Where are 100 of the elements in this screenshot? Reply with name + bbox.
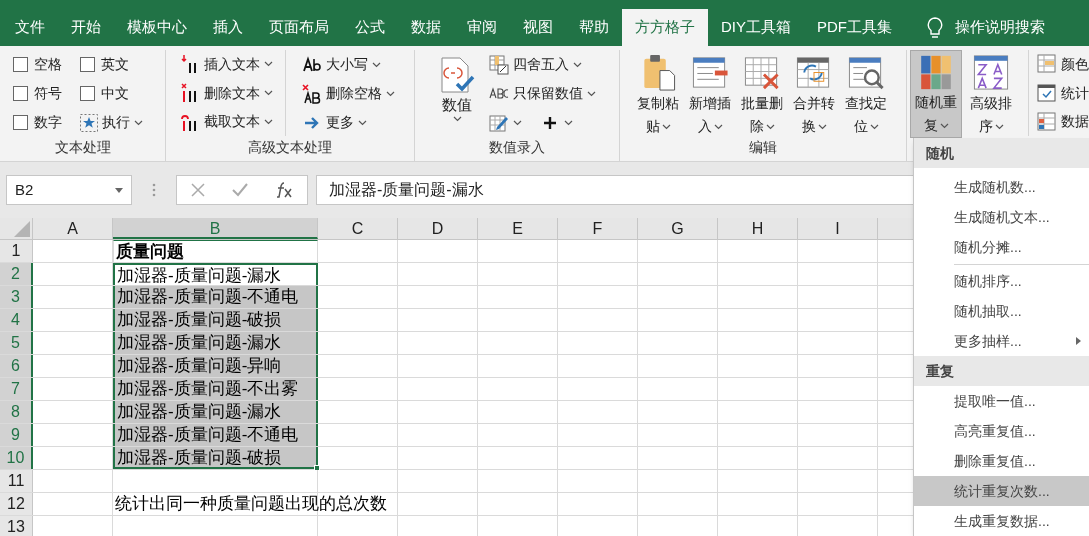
table-cell[interactable]: 加湿器-质量问题-不通电: [115, 286, 316, 308]
ribbon-menu-button[interactable]: 颜色: [1035, 50, 1089, 79]
checkbox[interactable]: [13, 57, 28, 72]
checkbox[interactable]: [80, 57, 95, 72]
menu-item[interactable]: 随机排序...: [914, 266, 1089, 296]
menu-item[interactable]: 提取唯一值...: [914, 386, 1089, 416]
ribbon-big-button[interactable]: 合并转换: [788, 50, 840, 138]
lightbulb-icon: [927, 16, 943, 39]
ribbon-big-button[interactable]: 高级排序: [965, 50, 1017, 138]
table-cell[interactable]: 加湿器-质量问题-漏水: [115, 401, 316, 423]
ribbon-tab[interactable]: 审阅: [454, 9, 510, 46]
ribbon-tab[interactable]: 插入: [200, 9, 256, 46]
row-header[interactable]: 12: [0, 493, 33, 515]
menu-item[interactable]: 删除重复值...: [914, 446, 1089, 476]
ribbon-tab[interactable]: 帮助: [566, 9, 622, 46]
rounding-table-icon: [489, 54, 509, 75]
ribbon-menu-button[interactable]: 只保留数值: [487, 79, 598, 108]
row-header[interactable]: 7: [0, 378, 33, 400]
group-label: 文本处理: [53, 138, 112, 157]
column-header[interactable]: I: [798, 218, 878, 239]
menu-item[interactable]: 高亮重复值...: [914, 416, 1089, 446]
checklist-icon: [1037, 83, 1057, 103]
column-header[interactable]: F: [558, 218, 638, 239]
table-cell[interactable]: 加湿器-质量问题-漏水: [115, 332, 316, 354]
table-cell[interactable]: 加湿器-质量问题-破损: [115, 309, 316, 331]
grip-dots-icon: [152, 183, 156, 197]
row-header[interactable]: 13: [0, 516, 33, 536]
ribbon-tab[interactable]: PDF工具集: [804, 9, 905, 46]
checkbox[interactable]: [13, 86, 28, 101]
menu-item[interactable]: 随机分摊...: [914, 232, 1089, 262]
ribbon-menu-button[interactable]: 统计: [1035, 78, 1089, 108]
menu-item[interactable]: 随机抽取...: [914, 296, 1089, 326]
row-header[interactable]: 4: [0, 309, 33, 331]
checkbox-label: 英文: [101, 55, 129, 74]
row-header[interactable]: 9: [0, 424, 33, 446]
ribbon-tab[interactable]: 数据: [398, 9, 454, 46]
column-header[interactable]: B: [113, 218, 318, 239]
ribbon-menu-button[interactable]: 删除空格: [300, 79, 397, 108]
fill-handle[interactable]: [314, 465, 320, 471]
column-header[interactable]: C: [318, 218, 398, 239]
table-cell[interactable]: 加湿器-质量问题-漏水: [115, 265, 316, 285]
ribbon-tab[interactable]: 视图: [510, 9, 566, 46]
menu-item[interactable]: 统计重复次数...: [914, 476, 1089, 506]
check-icon[interactable]: [232, 183, 248, 197]
ribbon-tab[interactable]: 页面布局: [256, 9, 342, 46]
ribbon-menu-button[interactable]: 大小写: [300, 50, 397, 79]
menu-item[interactable]: 生成随机数...: [914, 172, 1089, 202]
corner-triangle-icon: [14, 221, 30, 237]
ribbon-big-button[interactable]: 新增插入: [684, 50, 736, 138]
ribbon-tab[interactable]: 开始: [58, 9, 114, 46]
name-box[interactable]: B2: [6, 175, 132, 205]
menu-item[interactable]: 更多抽样...: [914, 326, 1089, 356]
row-header[interactable]: 3: [0, 286, 33, 308]
ribbon-menu-button[interactable]: 截取文本: [178, 107, 275, 136]
row-header[interactable]: 10: [0, 447, 33, 469]
ribbon-menu-button[interactable]: 插入文本: [178, 50, 275, 79]
execute-button[interactable]: 执行: [80, 108, 143, 137]
row-header[interactable]: 1: [0, 240, 33, 262]
chevron-down-icon: [939, 123, 949, 130]
chevron-down-icon: [372, 61, 381, 68]
column-header[interactable]: G: [638, 218, 718, 239]
table-cell[interactable]: 加湿器-质量问题-异响: [115, 355, 316, 377]
ribbon-menu-button[interactable]: 数据: [1035, 107, 1089, 136]
ribbon-menu-button[interactable]: 删除文本: [178, 78, 275, 108]
row-header[interactable]: 8: [0, 401, 33, 423]
chevron-down-icon: [134, 119, 143, 126]
menu-item[interactable]: 生成重复数据...: [914, 506, 1089, 536]
ribbon-tab[interactable]: 公式: [342, 9, 398, 46]
ribbon-big-button[interactable]: 批量删除: [736, 50, 788, 138]
ribbon-tab[interactable]: DIY工具箱: [708, 9, 804, 46]
ribbon-tab[interactable]: 模板中心: [114, 9, 200, 46]
row-header[interactable]: 2: [0, 263, 33, 285]
table-cell[interactable]: 加湿器-质量问题-不通电: [115, 424, 316, 446]
menu-item[interactable]: 生成随机文本...: [914, 202, 1089, 232]
checkbox[interactable]: [80, 86, 95, 101]
table-cell[interactable]: 加湿器-质量问题-破损: [115, 447, 316, 467]
menu-section-header: 随机: [914, 138, 1089, 168]
group-label: 编辑: [748, 138, 778, 157]
checkbox[interactable]: [13, 115, 28, 130]
ribbon-menu-button[interactable]: 四舍五入: [487, 50, 598, 79]
ribbon-tab[interactable]: 文件: [2, 9, 58, 46]
column-header[interactable]: H: [718, 218, 798, 239]
ribbon-big-button[interactable]: 数值: [435, 50, 479, 138]
row-header[interactable]: 5: [0, 332, 33, 354]
ribbon-big-button[interactable]: 随机重复: [910, 50, 962, 138]
submenu-arrow-icon: [1076, 337, 1081, 345]
table-cell[interactable]: 加湿器-质量问题-不出雾: [115, 378, 316, 400]
row-header[interactable]: 11: [0, 470, 33, 492]
chevron-down-icon: [264, 90, 273, 96]
table-cell[interactable]: 统计出同一种质量问题出现的总次数: [113, 493, 389, 515]
chevron-down-icon: [869, 124, 879, 131]
ribbon-big-button[interactable]: 复制粘贴: [632, 50, 684, 138]
row-header[interactable]: 6: [0, 355, 33, 377]
ribbon-tab[interactable]: 方方格子: [622, 9, 708, 46]
column-header[interactable]: D: [398, 218, 478, 239]
tell-me-search[interactable]: 操作说明搜索: [955, 16, 1045, 39]
function-icon[interactable]: [275, 182, 294, 198]
ribbon-menu-button[interactable]: 更多: [300, 108, 397, 137]
column-header[interactable]: E: [478, 218, 558, 239]
ribbon-big-button[interactable]: 查找定位: [840, 50, 892, 138]
